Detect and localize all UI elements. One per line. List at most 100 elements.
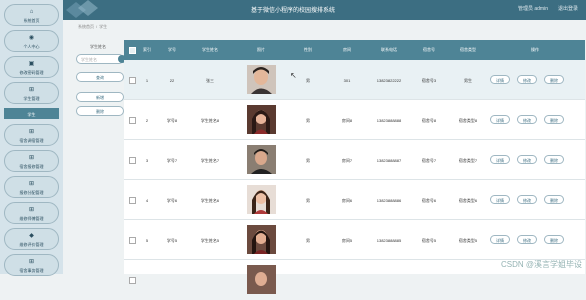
- edit-button[interactable]: 修改: [517, 155, 537, 164]
- sidebar-item-label: 维修评价管理: [19, 242, 44, 247]
- sidebar-item-dorm-transfer[interactable]: ⊞ 宿舍调宿管理: [4, 124, 59, 146]
- cell-room: 房间8: [341, 118, 353, 123]
- table-row[interactable]: 4 学号6 学生姓名6 男 房间6 13823888886 宿舍号6 宿舍类型6…: [124, 180, 585, 220]
- cell-index: 1: [145, 78, 149, 83]
- filter-label: 学生姓名: [90, 44, 106, 49]
- delete-button[interactable]: 删除: [544, 235, 564, 244]
- edit-button[interactable]: 修改: [517, 115, 537, 124]
- cell-gender: 男: [306, 238, 310, 243]
- cell-name: 学生姓名5: [200, 238, 220, 243]
- table-row[interactable]: 1 22 张三 男 301 13823822222 宿舍号3 男生 详情 修改 …: [124, 60, 585, 100]
- cell-name: 学生姓名7: [200, 158, 220, 163]
- filter-panel: 学生姓名 学生姓名 查询 新增 删除: [72, 40, 126, 130]
- row-checkbox[interactable]: [129, 77, 136, 84]
- column-header-gender: 性别: [304, 47, 312, 52]
- sidebar-item-label: 系统首页: [23, 18, 40, 23]
- sidebar-item-repair[interactable]: ⊞ 宿舍报修管理: [4, 150, 59, 172]
- select-all-checkbox[interactable]: [129, 47, 136, 54]
- column-header-phone: 联系电话: [381, 47, 397, 52]
- delete-button[interactable]: 删除: [544, 195, 564, 204]
- cell-room: 房间5: [341, 238, 353, 243]
- column-header-photo: 照片: [257, 47, 265, 52]
- search-button[interactable]: 查询: [76, 72, 124, 82]
- grid-icon: ⊞: [28, 155, 35, 161]
- sidebar-item-assign[interactable]: ⊞ 报修分配管理: [4, 176, 59, 198]
- cell-dorm-no: 宿舍号7: [421, 158, 437, 163]
- grid-icon: ⊞: [28, 129, 35, 135]
- sidebar-item-label: 维修师傅管理: [19, 216, 44, 221]
- edit-button[interactable]: 修改: [517, 235, 537, 244]
- edit-button[interactable]: 修改: [517, 195, 537, 204]
- sidebar-item-students[interactable]: ⊞ 学生管理: [4, 82, 59, 104]
- home-icon: ⌂: [29, 9, 34, 15]
- delete-button[interactable]: 删除: [544, 155, 564, 164]
- table-row[interactable]: 2 学号8 学生姓名8 男 房间8 13823888888 宿舍号8 宿舍类型8…: [124, 100, 585, 140]
- table-row[interactable]: 5 学号5 学生姓名5 男 房间5 13823888885 宿舍号5 宿舍类型5…: [124, 220, 585, 260]
- top-header: 基于微信小程序的校园搜排系统 管理员 admin 退出登录: [0, 0, 586, 20]
- student-photo: [247, 185, 276, 214]
- sidebar-item-label: 个人中心: [23, 44, 40, 49]
- cell-phone: 13823888888: [376, 118, 402, 123]
- current-user: 管理员 admin: [517, 6, 548, 12]
- cell-student-no: 22: [169, 78, 175, 83]
- sidebar-item-label: 报修分配管理: [19, 190, 44, 195]
- logout-link[interactable]: 退出登录: [558, 5, 578, 12]
- cell-room: 301: [343, 78, 351, 83]
- row-checkbox[interactable]: [129, 197, 136, 204]
- sidebar-item-evaluation[interactable]: ◆ 维修评价管理: [4, 228, 59, 250]
- cell-name: 学生姓名8: [200, 118, 220, 123]
- sidebar-item-workers[interactable]: ⊞ 维修师傅管理: [4, 202, 59, 224]
- breadcrumb: 系统首页 / 学生: [78, 24, 107, 30]
- delete-button[interactable]: 删除: [544, 75, 564, 84]
- student-photo: [247, 65, 276, 94]
- mouse-cursor-icon: ↖: [290, 71, 297, 80]
- cell-dorm-type: 宿舍类型6: [458, 198, 478, 203]
- sidebar-item-home[interactable]: ⌂ 系统首页: [4, 4, 59, 26]
- cell-name: 张三: [206, 78, 214, 83]
- row-checkbox[interactable]: [129, 117, 136, 124]
- breadcrumb-current: 学生: [99, 24, 108, 29]
- student-photo: [247, 105, 276, 134]
- cell-student-no: 学号5: [166, 238, 178, 243]
- cell-gender: 男: [306, 158, 310, 163]
- cell-dorm-type: 宿舍类型8: [458, 118, 478, 123]
- cell-gender: 男: [306, 198, 310, 203]
- sidebar-item-password[interactable]: ▣ 修改密码管理: [4, 56, 59, 78]
- detail-button[interactable]: 详情: [490, 155, 510, 164]
- row-checkbox[interactable]: [129, 277, 136, 284]
- student-photo: [247, 225, 276, 254]
- delete-button[interactable]: 删除: [544, 115, 564, 124]
- cell-dorm-no: 宿舍号3: [421, 78, 437, 83]
- grid-icon: ⊞: [28, 87, 35, 93]
- detail-button[interactable]: 详情: [490, 75, 510, 84]
- row-checkbox[interactable]: [129, 157, 136, 164]
- cell-dorm-no: 宿舍号8: [421, 118, 437, 123]
- detail-button[interactable]: 详情: [490, 195, 510, 204]
- row-checkbox[interactable]: [129, 237, 136, 244]
- sidebar-item-profile[interactable]: ◉ 个人中心: [4, 30, 59, 52]
- breadcrumb-home[interactable]: 系统首页: [78, 24, 94, 29]
- edit-button[interactable]: 修改: [517, 75, 537, 84]
- sidebar: ⌂ 系统首页 ◉ 个人中心 ▣ 修改密码管理 ⊞ 学生管理 学生 ⊞ 宿舍调宿管…: [0, 0, 63, 276]
- batch-delete-button[interactable]: 删除: [76, 106, 124, 116]
- table-row[interactable]: 3 学号7 学生姓名7 男 房间7 13823888887 宿舍号7 宿舍类型7…: [124, 140, 585, 180]
- student-photo: [247, 265, 276, 294]
- add-button[interactable]: 新增: [76, 92, 124, 102]
- sidebar-item-label: 学生: [27, 112, 36, 117]
- cell-name: 学生姓名6: [200, 198, 220, 203]
- student-name-input[interactable]: 学生姓名: [76, 54, 124, 64]
- detail-button[interactable]: 详情: [490, 235, 510, 244]
- sidebar-item-affairs[interactable]: ⊞ 宿舍事务管理: [4, 254, 59, 276]
- detail-button[interactable]: 详情: [490, 115, 510, 124]
- grid-icon: ⊞: [28, 207, 35, 213]
- sidebar-item-label: 宿舍报修管理: [19, 164, 44, 169]
- sidebar-item-label: 修改密码管理: [19, 70, 44, 75]
- cell-dorm-type: 宿舍类型5: [458, 238, 478, 243]
- sidebar-subitem-student[interactable]: 学生: [4, 108, 59, 119]
- student-photo: [247, 145, 276, 174]
- cell-student-no: 学号6: [166, 198, 178, 203]
- student-table: 索引 学号 学生姓名 照片 性别 房间 联系电话 宿舍号 宿舍类型 操作 1 2…: [124, 40, 585, 294]
- cell-index: 4: [145, 198, 149, 203]
- cell-student-no: 学号7: [166, 158, 178, 163]
- cell-phone: 13823822222: [376, 78, 402, 83]
